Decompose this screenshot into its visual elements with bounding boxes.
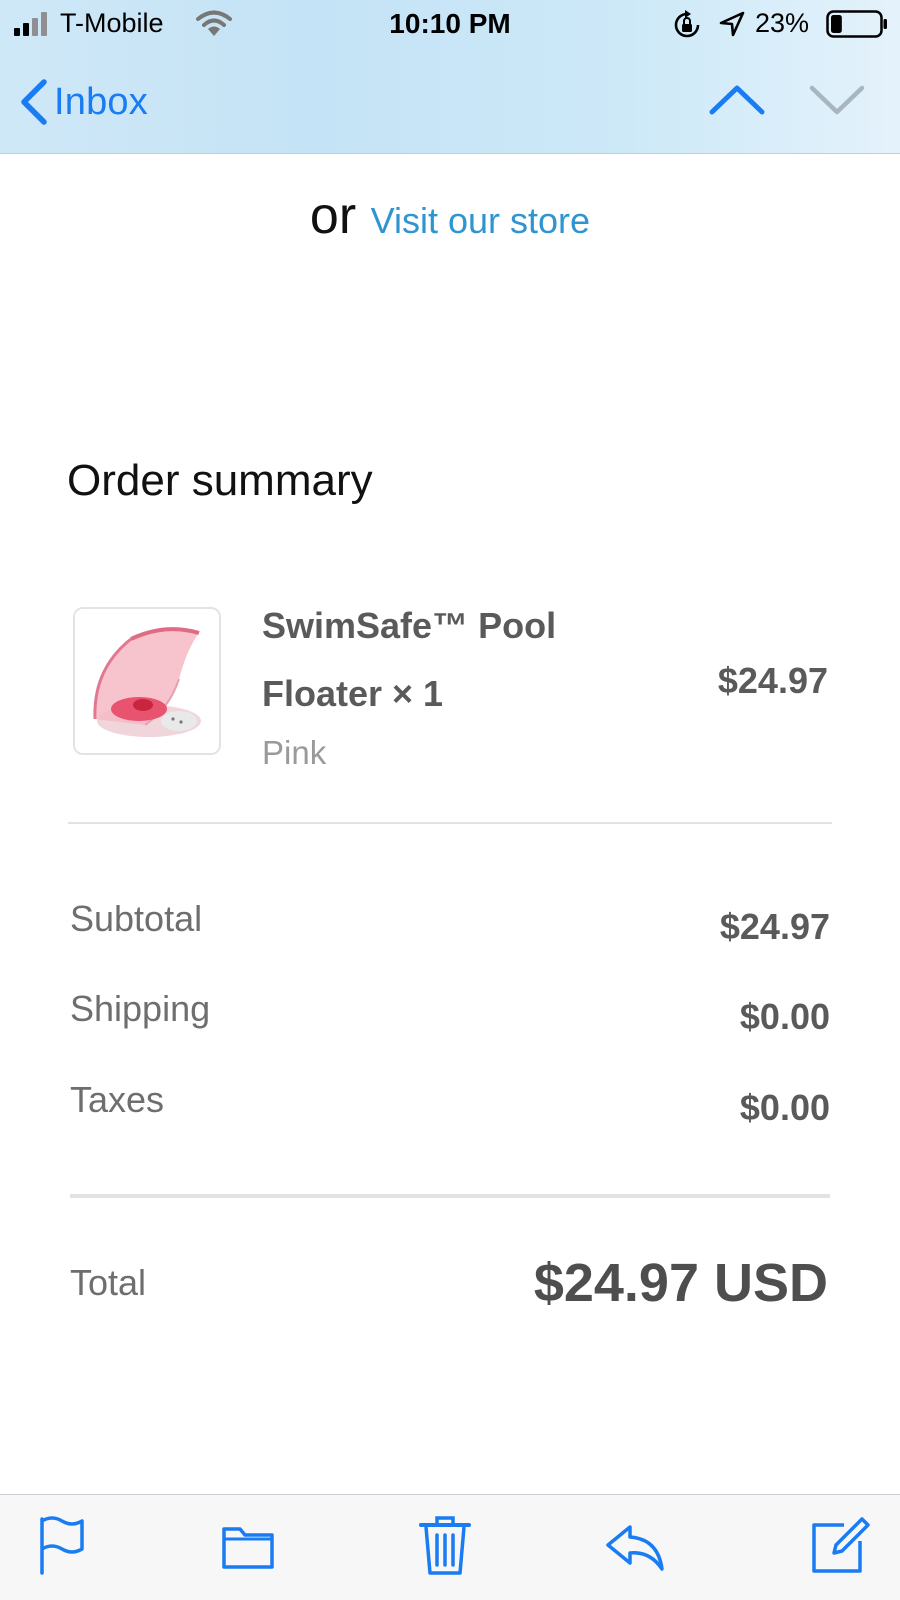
product-name: SwimSafe™ Pool Floater × 1: [262, 605, 557, 714]
previous-message-button[interactable]: [708, 78, 766, 122]
product-variant: Pink: [262, 734, 327, 771]
visit-store-line: or Visit our store: [0, 186, 900, 246]
total-value: $24.97 USD: [533, 1253, 828, 1313]
rotation-lock-icon: [674, 10, 700, 38]
product-image: [73, 607, 221, 755]
next-message-button[interactable]: [808, 78, 866, 122]
flag-icon[interactable]: [30, 1513, 94, 1577]
battery-percent: 23%: [755, 8, 810, 38]
shipping-label: Shipping: [70, 988, 211, 1029]
taxes-value: $0.00: [739, 1087, 830, 1128]
status-bar: T-Mobile 10:10 PM 23%: [0, 0, 900, 50]
visit-store-link[interactable]: Visit our store: [371, 200, 590, 241]
pool-floater-image: [75, 609, 219, 753]
total-label: Total: [70, 1262, 147, 1303]
back-to-inbox-button[interactable]: Inbox: [18, 76, 148, 128]
subtotal-label: Subtotal: [70, 898, 203, 939]
compose-icon[interactable]: [808, 1513, 872, 1577]
or-text: or: [309, 187, 357, 245]
divider: [70, 1194, 830, 1198]
taxes-label: Taxes: [70, 1079, 165, 1120]
battery-icon: [826, 10, 887, 38]
mail-message-screen: T-Mobile 10:10 PM 23% Inbox or Visit our…: [0, 0, 900, 1600]
product-price: $24.97: [717, 660, 828, 701]
divider: [68, 822, 832, 824]
trash-icon[interactable]: [413, 1513, 477, 1577]
subtotal-value: $24.97: [719, 906, 830, 947]
folder-icon[interactable]: [216, 1513, 280, 1577]
reply-icon[interactable]: [602, 1513, 666, 1577]
shipping-value: $0.00: [739, 996, 830, 1037]
top-bar: T-Mobile 10:10 PM 23% Inbox: [0, 0, 900, 154]
chevron-left-icon: [21, 79, 47, 125]
bottom-toolbar: [0, 1494, 900, 1600]
order-summary-title: Order summary: [67, 456, 373, 505]
location-icon: [719, 11, 745, 37]
back-label: Inbox: [54, 80, 148, 123]
